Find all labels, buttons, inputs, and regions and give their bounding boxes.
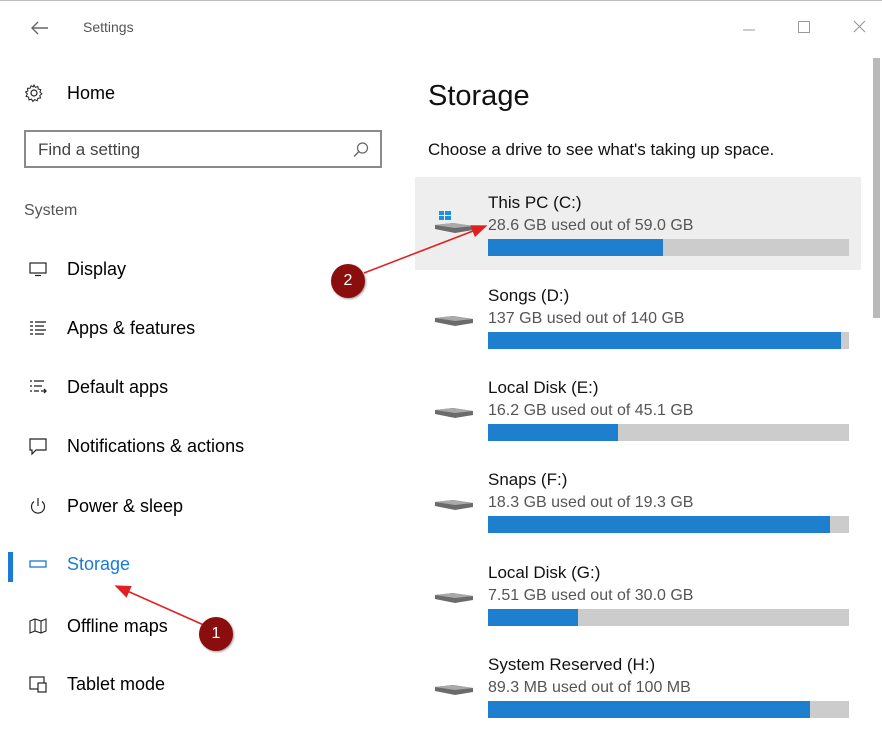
annotation-callout-2: 2 [331, 264, 365, 298]
back-arrow-icon[interactable] [28, 18, 52, 38]
usage-bar [488, 239, 849, 256]
map-icon [28, 616, 48, 636]
usage-bar-fill [488, 239, 664, 256]
drive-item-h[interactable]: System Reserved (H:) 89.3 MB used out of… [415, 639, 861, 732]
drive-usage: 89.3 MB used out of 100 MB [488, 679, 691, 696]
page-description: Choose a drive to see what's taking up s… [428, 140, 775, 159]
close-button[interactable] [848, 14, 872, 38]
usage-bar [488, 424, 849, 441]
sidebar-item-label: Default apps [67, 377, 169, 397]
maximize-button[interactable] [792, 14, 816, 38]
sidebar-item-label: Tablet mode [67, 674, 166, 694]
page-title: Storage [428, 80, 530, 112]
tablet-mode-icon [28, 674, 48, 694]
gear-icon [24, 83, 44, 103]
sidebar-item-label: Notifications & actions [67, 436, 245, 456]
window-title: Settings [83, 19, 134, 35]
drive-icon [433, 488, 475, 514]
usage-bar-fill [488, 701, 811, 718]
sidebar-item-label: Storage [67, 554, 131, 574]
main-content: Storage Choose a drive to see what's tak… [400, 56, 882, 727]
drive-name: Local Disk (G:) [488, 563, 601, 582]
windows-drive-icon [433, 211, 475, 237]
sidebar-item-notifications[interactable]: Notifications & actions [0, 426, 400, 468]
usage-bar [488, 701, 849, 718]
sidebar-item-tablet-mode[interactable]: Tablet mode [0, 664, 400, 706]
power-icon [28, 496, 48, 516]
apps-features-icon [28, 318, 48, 338]
title-bar: Settings [0, 0, 882, 56]
drive-name: Snaps (F:) [488, 470, 568, 489]
drive-usage: 28.6 GB used out of 59.0 GB [488, 217, 694, 234]
search-box[interactable] [24, 130, 382, 168]
drive-usage: 7.51 GB used out of 30.0 GB [488, 587, 694, 604]
sidebar-item-label: Power & sleep [67, 496, 184, 516]
annotation-callout-1: 1 [199, 617, 233, 651]
home-label: Home [67, 83, 116, 103]
usage-bar-fill [488, 332, 842, 349]
sidebar-item-label: Offline maps [67, 616, 168, 636]
settings-window: Settings Home System [0, 0, 882, 727]
minimize-button[interactable] [737, 14, 761, 38]
scrollbar-thumb[interactable] [873, 58, 880, 318]
usage-bar-fill [488, 424, 618, 441]
sidebar-item-default-apps[interactable]: Default apps [0, 367, 400, 409]
drive-item-f[interactable]: Snaps (F:) 18.3 GB used out of 19.3 GB [415, 454, 861, 547]
display-icon [28, 259, 48, 279]
drive-icon [433, 581, 475, 607]
drive-name: This PC (C:) [488, 193, 582, 212]
drive-icon [433, 673, 475, 699]
sidebar-item-apps-features[interactable]: Apps & features [0, 308, 400, 350]
drive-item-d[interactable]: Songs (D:) 137 GB used out of 140 GB [415, 270, 861, 363]
drive-item-c[interactable]: This PC (C:) 28.6 GB used out of 59.0 GB [415, 177, 861, 270]
drive-usage: 137 GB used out of 140 GB [488, 310, 685, 327]
sidebar-item-storage[interactable]: Storage [0, 544, 400, 586]
drive-name: Local Disk (E:) [488, 378, 599, 397]
storage-icon [28, 554, 48, 574]
drive-icon [433, 304, 475, 330]
usage-bar [488, 516, 849, 533]
search-icon[interactable] [352, 141, 370, 159]
default-apps-icon [28, 377, 48, 397]
drive-icon [433, 396, 475, 422]
drive-name: Songs (D:) [488, 286, 570, 305]
drive-usage: 16.2 GB used out of 45.1 GB [488, 402, 694, 419]
usage-bar [488, 332, 849, 349]
drive-name: System Reserved (H:) [488, 655, 656, 674]
usage-bar [488, 609, 849, 626]
sidebar-item-label: Display [67, 259, 127, 279]
notifications-icon [28, 436, 48, 456]
drive-item-e[interactable]: Local Disk (E:) 16.2 GB used out of 45.1… [415, 362, 861, 455]
usage-bar-fill [488, 609, 579, 626]
sidebar-item-label: Apps & features [67, 318, 196, 338]
search-input[interactable] [38, 138, 338, 162]
drive-usage: 18.3 GB used out of 19.3 GB [488, 494, 694, 511]
section-label-system: System [24, 202, 78, 219]
drive-item-g[interactable]: Local Disk (G:) 7.51 GB used out of 30.0… [415, 547, 861, 640]
usage-bar-fill [488, 516, 831, 533]
active-indicator [8, 552, 13, 582]
sidebar-item-power-sleep[interactable]: Power & sleep [0, 486, 400, 528]
